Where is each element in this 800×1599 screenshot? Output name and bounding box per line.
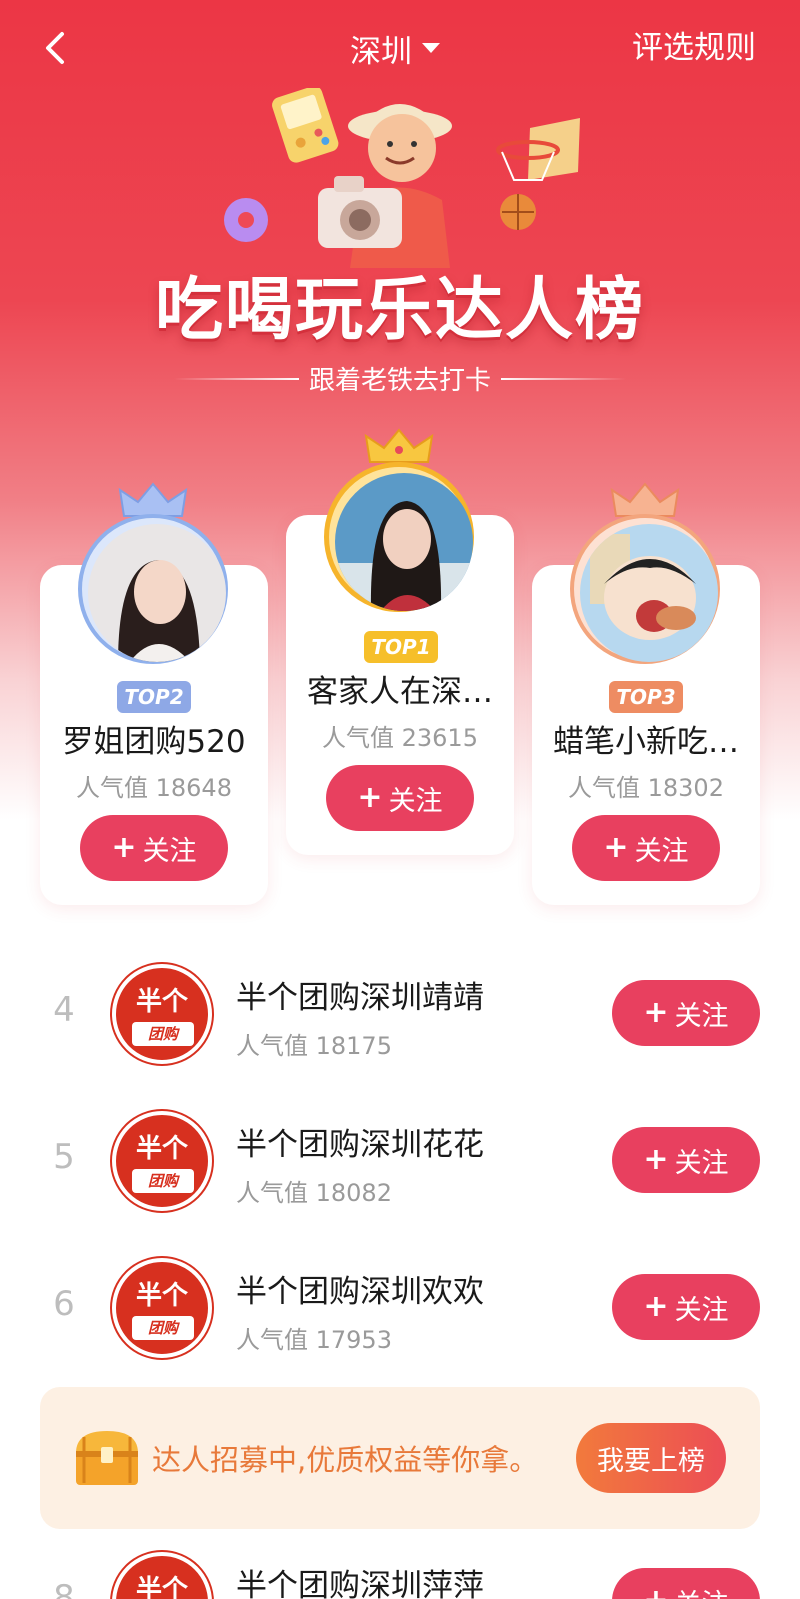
- chevron-left-icon: [46, 32, 64, 64]
- user-name[interactable]: 蜡笔小新吃…: [532, 716, 760, 761]
- plus-icon: +: [643, 1142, 669, 1177]
- list-item[interactable]: 5 半个 团购 半个团购深圳花花 人气值 18082 + 关注: [0, 1093, 800, 1223]
- user-name[interactable]: 半个团购深圳萍萍: [236, 1560, 484, 1599]
- avatar[interactable]: 半个 团购: [112, 1111, 212, 1211]
- follow-label: 关注: [634, 835, 689, 867]
- donut-icon: [224, 198, 268, 242]
- avatar[interactable]: 半个 团购: [112, 964, 212, 1064]
- avatar-image: [580, 524, 718, 662]
- rank-badge: TOP1: [364, 631, 438, 663]
- avatar-image: [335, 473, 473, 611]
- recruit-text: 达人招募中,优质权益等你拿。: [152, 1443, 539, 1477]
- popularity-score: 人气值 18082: [236, 1179, 392, 1207]
- divider: [501, 377, 626, 380]
- divider: [173, 377, 299, 380]
- logo-text: 半个: [135, 1281, 188, 1311]
- rules-link[interactable]: 评选规则: [632, 26, 756, 70]
- user-name[interactable]: 半个团购深圳靖靖: [236, 972, 484, 1017]
- user-name[interactable]: 客家人在深…: [286, 666, 514, 711]
- bronze-crown-icon: [610, 482, 680, 517]
- page-title: 吃喝玩乐达人榜: [154, 271, 645, 350]
- page-subtitle: 跟着老铁去打卡: [0, 360, 800, 397]
- avatar[interactable]: 半个 团购: [112, 1258, 212, 1358]
- camera-icon: [318, 176, 402, 248]
- list-item[interactable]: 4 半个 团购 半个团购深圳靖靖 人气值 18175 + 关注: [0, 946, 800, 1076]
- logo-text: 团购: [132, 1316, 194, 1340]
- follow-label: 关注: [675, 1582, 729, 1599]
- follow-button[interactable]: + 关注: [612, 1274, 760, 1340]
- plus-icon: +: [111, 830, 137, 865]
- popularity-score: 人气值 17953: [236, 1326, 392, 1354]
- follow-label: 关注: [674, 1294, 729, 1326]
- logo-text: 半个: [135, 1134, 188, 1164]
- subtitle-text: 跟着老铁去打卡: [308, 366, 491, 396]
- game-device-icon: [272, 88, 339, 163]
- gold-crown-icon: [364, 428, 434, 463]
- caret-down-icon: [422, 43, 440, 53]
- follow-label: 关注: [388, 785, 443, 817]
- rank-badge: TOP2: [117, 681, 191, 713]
- silver-crown-icon: [118, 482, 188, 517]
- follow-button[interactable]: + 关注: [612, 980, 760, 1046]
- follow-label: 关注: [142, 835, 197, 867]
- city-label: 深圳: [350, 33, 412, 70]
- logo-text: 团购: [132, 1169, 194, 1193]
- rank-number: 5: [53, 1137, 75, 1177]
- avatar[interactable]: [78, 514, 228, 664]
- follow-button[interactable]: + 关注: [572, 815, 720, 881]
- logo-text: 团购: [132, 1022, 194, 1046]
- follow-button[interactable]: + 关注: [80, 815, 228, 881]
- basketball-hoop-icon: [496, 118, 580, 181]
- list-item[interactable]: 6 半个 团购 半个团购深圳欢欢 人气值 17953 + 关注: [0, 1240, 800, 1370]
- treasure-chest-icon: [76, 1431, 138, 1485]
- plus-icon: +: [603, 830, 629, 865]
- rank-number: 4: [53, 990, 75, 1030]
- avatar[interactable]: [324, 462, 474, 612]
- plus-icon: +: [643, 1289, 669, 1324]
- plus-icon: +: [643, 995, 669, 1030]
- recruit-banner[interactable]: 达人招募中,优质权益等你拿。 我要上榜: [40, 1387, 760, 1529]
- logo-text: 半个: [135, 987, 188, 1017]
- avatar[interactable]: [570, 514, 720, 664]
- follow-button[interactable]: + 关注: [612, 1568, 760, 1599]
- top-nav: 深圳 评选规则: [0, 0, 800, 96]
- rank-number: 8: [53, 1578, 75, 1599]
- avatar-image: [88, 524, 226, 662]
- popularity-score: 人气值 18302: [568, 774, 724, 802]
- plus-icon: +: [357, 780, 383, 815]
- popularity-score: 人气值 18175: [236, 1032, 392, 1060]
- join-ranking-button[interactable]: 我要上榜: [576, 1423, 726, 1493]
- list-item[interactable]: 8 半个 团购 半个团购深圳萍萍 + 关注: [0, 1534, 800, 1599]
- user-name[interactable]: 半个团购深圳欢欢: [236, 1266, 484, 1311]
- follow-label: 关注: [674, 1000, 729, 1032]
- popularity-score: 人气值 18648: [76, 774, 232, 802]
- rank-number: 6: [53, 1284, 75, 1324]
- user-name[interactable]: 半个团购深圳花花: [236, 1119, 484, 1164]
- city-selector[interactable]: 深圳: [350, 26, 440, 70]
- popularity-score: 人气值 23615: [322, 724, 478, 752]
- rank-badge: TOP3: [609, 681, 683, 713]
- logo-text: 半个: [135, 1575, 188, 1599]
- avatar[interactable]: 半个 团购: [112, 1552, 212, 1599]
- back-button[interactable]: [36, 24, 76, 72]
- plus-icon: +: [643, 1586, 668, 1599]
- follow-label: 关注: [674, 1147, 729, 1179]
- basketball-icon: [500, 194, 536, 230]
- follow-button[interactable]: + 关注: [612, 1127, 760, 1193]
- follow-button[interactable]: + 关注: [326, 765, 474, 831]
- user-name[interactable]: 罗姐团购520: [40, 716, 268, 761]
